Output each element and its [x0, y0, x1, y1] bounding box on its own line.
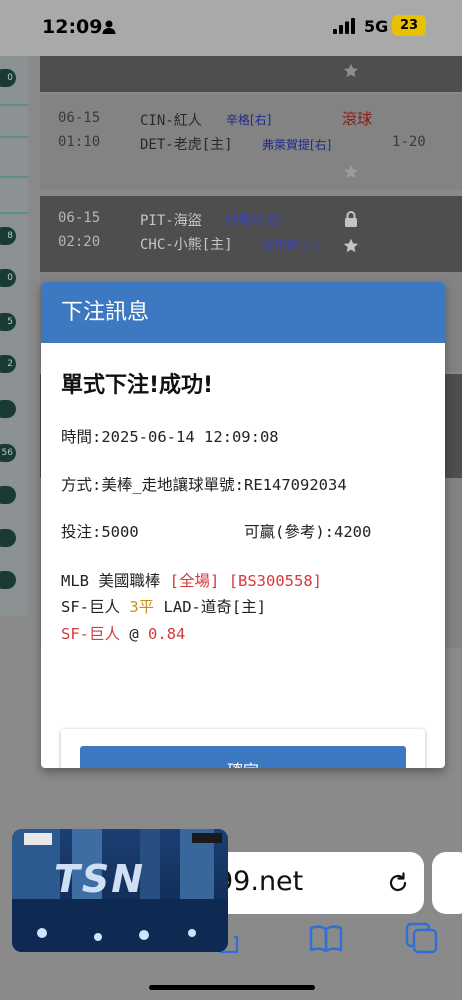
bet-confirmation-dialog: 下注訊息 單式下注!成功! 時間:2025-06-14 12:09:08 方式:…: [41, 282, 445, 768]
lock-icon: [345, 211, 357, 227]
bet-period: [全場]: [169, 572, 220, 590]
count-badge[interactable]: 0: [0, 269, 16, 287]
game-time: 01:10: [58, 134, 101, 150]
away-pitcher: 辛格[右]: [226, 113, 272, 127]
at-sign: @: [129, 625, 139, 643]
handicap: 3平: [129, 598, 155, 616]
home-indicator[interactable]: [149, 985, 315, 990]
video-logo: TSN: [54, 857, 146, 901]
game-date: 06-15: [58, 110, 101, 126]
count-badge[interactable]: [0, 400, 16, 418]
ticket-number: [BS300558]: [228, 572, 323, 590]
picked-team: SF-巨人: [61, 625, 120, 643]
home-team-name: LAD-道奇[主]: [163, 598, 267, 616]
battery-indicator: 23: [392, 15, 426, 36]
next-tab-card[interactable]: [432, 852, 462, 914]
home-team: DET-老虎[主]: [140, 137, 233, 153]
reload-icon[interactable]: [386, 871, 410, 895]
live-status: 滾球: [342, 110, 373, 128]
away-pitcher: 柏羅斯[右]: [226, 213, 284, 227]
bookmarks-icon[interactable]: [309, 923, 343, 953]
game-row[interactable]: 06-15 02:20 PIT-海盜 柏羅斯[右] CHC-小熊[主] 波伊德[…: [40, 196, 462, 272]
star-icon[interactable]: [343, 63, 359, 79]
bet-league-line: MLB 美國職棒 [全場] [BS300558]: [61, 569, 322, 591]
away-team: PIT-海盜: [140, 213, 202, 229]
count-badge[interactable]: 56: [0, 444, 16, 462]
league-name: MLB 美國職棒: [61, 572, 161, 590]
bet-pick-line: SF-巨人 @ 0.84: [61, 622, 185, 644]
game-time: 02:20: [58, 234, 101, 250]
person-icon: [102, 20, 116, 34]
star-icon[interactable]: [343, 164, 359, 180]
game-row[interactable]: [40, 56, 462, 92]
count-badge[interactable]: [0, 486, 16, 504]
odds-value: 0.84: [148, 625, 186, 643]
bet-potential-win: 可贏(參考):4200: [244, 523, 372, 541]
status-bar: 12:09 5G 23: [0, 0, 462, 56]
game-date: 06-15: [58, 210, 101, 226]
clock: 12:09: [42, 16, 103, 38]
url-text: 99.net: [216, 866, 304, 897]
game-row[interactable]: 06-15 01:10 CIN-紅人 辛格[右] DET-老虎[主] 弗萊賀提[…: [40, 94, 462, 190]
dialog-header: 下注訊息: [41, 282, 445, 343]
bet-time: 時間:2025-06-14 12:09:08: [61, 428, 279, 446]
home-pitcher: 弗萊賀提[右]: [262, 138, 332, 152]
count-badge[interactable]: [0, 571, 16, 589]
tabs-icon[interactable]: [405, 922, 439, 954]
network-label: 5G: [364, 17, 389, 36]
count-badge[interactable]: [0, 529, 16, 547]
away-team-name: SF-巨人: [61, 598, 120, 616]
pip-video[interactable]: TSN: [12, 829, 228, 952]
home-team: CHC-小熊[主]: [140, 237, 233, 253]
bet-match-line: SF-巨人 3平 LAD-道奇[主]: [61, 595, 266, 617]
count-badge[interactable]: 5: [0, 313, 16, 331]
away-team: CIN-紅人: [140, 113, 202, 129]
count-badge[interactable]: 2: [0, 355, 16, 373]
bet-method: 方式:美棒_走地讓球單號:RE147092034: [61, 476, 347, 494]
confirm-button[interactable]: 確定: [80, 746, 406, 768]
sidebar-strip: 0 8 0 5 2 56: [0, 56, 28, 616]
bet-stake: 投注:5000: [61, 523, 139, 541]
star-icon[interactable]: [343, 238, 359, 254]
home-pitcher: 波伊德[左]: [262, 238, 320, 252]
count-badge[interactable]: 8: [0, 227, 16, 245]
success-title: 單式下注!成功!: [61, 373, 214, 398]
button-container: 確定: [61, 729, 425, 768]
game-score: 1-20: [392, 134, 426, 150]
signal-icon: [333, 18, 355, 34]
